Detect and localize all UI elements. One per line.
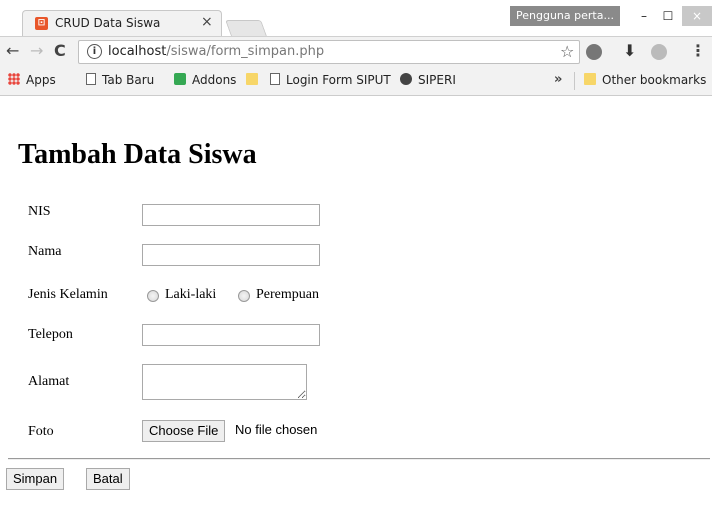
maximize-button[interactable]: ☐ xyxy=(654,6,682,26)
puzzle-icon xyxy=(174,73,186,85)
bookmark-label: Other bookmarks xyxy=(602,73,707,87)
radio-label-laki-laki: Laki-laki xyxy=(165,287,217,302)
menu-icon[interactable]: ⋮ xyxy=(690,41,706,60)
browser-titlebar: ⊡ CRUD Data Siswa × Pengguna perta... – … xyxy=(0,0,712,36)
file-status: No file chosen xyxy=(235,422,318,437)
nis-label: NIS xyxy=(28,204,51,219)
new-tab-button[interactable] xyxy=(225,20,267,36)
alamat-textarea[interactable] xyxy=(142,364,307,400)
bookmark-addons[interactable]: Addons xyxy=(174,73,236,87)
bear-icon xyxy=(400,73,412,85)
download-icon[interactable]: ⬇ xyxy=(623,41,636,60)
batal-button[interactable]: Batal xyxy=(86,468,130,490)
bookmark-apps[interactable]: Apps xyxy=(8,73,56,87)
url-path: /siswa/form_simpan.php xyxy=(166,44,325,59)
page-content: Tambah Data Siswa NIS Nama Jenis Kelamin… xyxy=(0,97,712,507)
page-icon xyxy=(86,73,96,85)
tab-title: CRUD Data Siswa xyxy=(55,16,161,30)
telepon-input[interactable] xyxy=(142,324,320,346)
bookmarks-bar: Apps Tab Baru Addons Login Form SIPUT SI… xyxy=(0,66,712,96)
bookmark-tab-baru[interactable]: Tab Baru xyxy=(86,73,154,87)
bookmark-siperi[interactable]: SIPERI xyxy=(400,73,456,87)
simpan-button[interactable]: Simpan xyxy=(6,468,65,490)
choose-file-button[interactable]: Choose File xyxy=(142,420,226,442)
close-window-button[interactable]: × xyxy=(682,6,712,26)
address-bar[interactable]: i localhost/siswa/form_simpan.php ☆ xyxy=(78,40,580,64)
page-icon xyxy=(270,73,280,85)
forward-icon[interactable]: → xyxy=(30,41,43,61)
favicon-icon: ⊡ xyxy=(35,17,48,30)
bookmark-star-icon[interactable]: ☆ xyxy=(560,42,574,61)
url-text[interactable]: localhost/siswa/form_simpan.php xyxy=(108,44,324,59)
tab-crud-data-siswa[interactable]: ⊡ CRUD Data Siswa × xyxy=(22,10,222,36)
bookmark-label: SIPERI xyxy=(418,73,456,87)
bookmark-label: Addons xyxy=(192,73,237,87)
reload-icon[interactable]: C xyxy=(54,41,66,61)
folder-icon xyxy=(246,73,258,85)
url-host: localhost xyxy=(108,44,167,59)
nama-label: Nama xyxy=(28,244,62,259)
back-icon[interactable]: ← xyxy=(6,41,19,61)
browser-toolbar: ← → C i localhost/siswa/form_simpan.php … xyxy=(0,36,712,66)
nis-input[interactable] xyxy=(142,204,320,226)
alamat-label: Alamat xyxy=(28,374,70,389)
jenis-kelamin-label: Jenis Kelamin xyxy=(28,287,108,302)
bookmark-other[interactable]: Other bookmarks xyxy=(584,73,706,87)
bookmarks-overflow-icon[interactable]: » xyxy=(554,72,562,87)
tab-close-icon[interactable]: × xyxy=(201,14,213,30)
foto-label: Foto xyxy=(28,424,54,439)
telepon-label: Telepon xyxy=(28,327,73,342)
bookmarks-divider xyxy=(574,72,575,90)
bookmark-label: Apps xyxy=(26,73,56,87)
info-icon[interactable]: i xyxy=(87,44,102,59)
bookmark-label: Login Form SIPUT xyxy=(286,73,391,87)
bookmark-login-form-siput[interactable]: Login Form SIPUT xyxy=(270,73,391,87)
radio-perempuan[interactable] xyxy=(238,290,250,302)
extension-globe-icon[interactable] xyxy=(651,44,667,60)
radio-laki-laki[interactable] xyxy=(147,290,159,302)
radio-label-perempuan: Perempuan xyxy=(256,287,319,302)
profile-button[interactable]: Pengguna perta... xyxy=(510,6,620,26)
form-divider xyxy=(8,458,710,460)
apps-icon xyxy=(8,73,20,85)
nama-input[interactable] xyxy=(142,244,320,266)
page-title: Tambah Data Siswa xyxy=(18,139,257,170)
bookmark-label: Tab Baru xyxy=(102,73,155,87)
bookmark-folder[interactable] xyxy=(246,73,264,87)
extension-icon[interactable] xyxy=(586,44,602,60)
folder-icon xyxy=(584,73,596,85)
